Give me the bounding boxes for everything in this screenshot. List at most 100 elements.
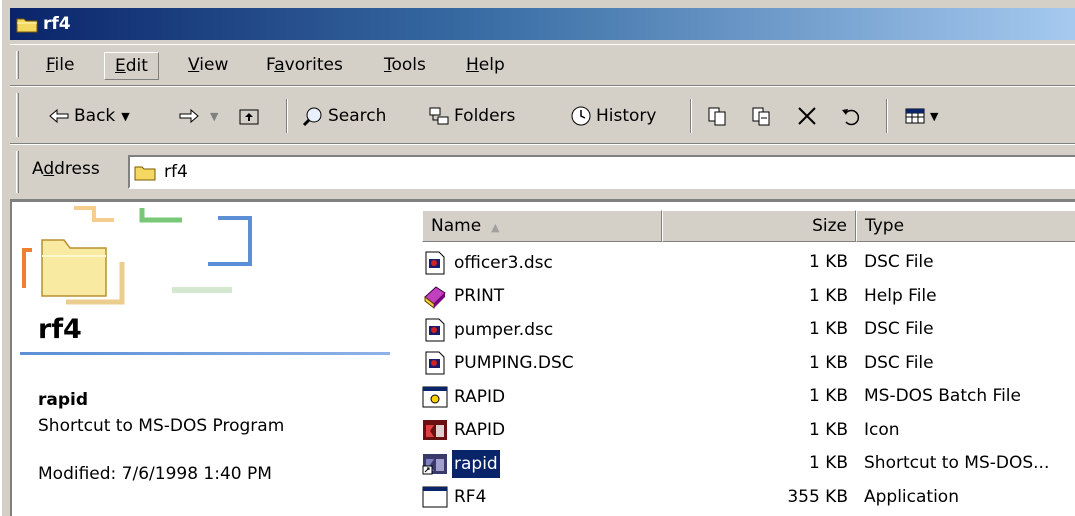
undo-icon: [840, 105, 862, 127]
file-row[interactable]: rapid 1 KB Shortcut to MS-DOS...: [422, 447, 1075, 480]
back-dropdown-icon[interactable]: ▼: [121, 110, 129, 123]
menu-edit[interactable]: Edit: [104, 52, 159, 80]
selected-item-type: Shortcut to MS-DOS Program: [38, 416, 285, 436]
web-view-pane: rf4 rapid Shortcut to MS-DOS Program Mod…: [12, 202, 412, 516]
address-bar: Address rf4: [10, 144, 1075, 200]
file-row[interactable]: RAPID 1 KB MS-DOS Batch File: [422, 380, 1075, 413]
file-name-cell[interactable]: RAPID: [422, 380, 507, 413]
toolbar-grip[interactable]: [16, 93, 19, 137]
file-size: 1 KB: [808, 285, 848, 306]
file-row[interactable]: PUMPING.DSC 1 KB DSC File: [422, 347, 1075, 380]
file-size: 1 KB: [808, 419, 848, 440]
back-arrow-icon: [48, 105, 70, 127]
toolbar-separator: [286, 99, 288, 133]
file-size: 1 KB: [808, 352, 848, 373]
file-size: 1 KB: [808, 319, 848, 339]
address-value: rf4: [164, 162, 188, 182]
file-name-cell[interactable]: RAPID: [422, 414, 507, 447]
folder-icon: [134, 164, 156, 181]
folder-title: rf4: [38, 314, 82, 345]
menu-bar: File Edit View Favorites Tools Help: [10, 44, 1075, 86]
sort-ascending-icon: ▲: [491, 221, 500, 234]
window-title: rf4: [43, 14, 71, 34]
folder-decoration: [22, 206, 252, 305]
file-name: RAPID: [454, 420, 506, 440]
file-name: PUMPING.DSC: [454, 353, 574, 373]
file-name-cell[interactable]: pumper.dsc: [422, 313, 555, 346]
address-bar-grip[interactable]: [16, 151, 19, 193]
move-to-icon: [706, 105, 728, 127]
file-name-cell[interactable]: PRINT: [422, 280, 506, 313]
file-name-cell[interactable]: RF4: [422, 481, 488, 514]
history-button[interactable]: History: [570, 97, 656, 135]
file-type: Icon: [864, 419, 900, 440]
views-grid-icon: [904, 105, 926, 127]
file-name: rapid: [452, 449, 500, 478]
title-bar[interactable]: rf4: [10, 8, 1075, 40]
file-name: RAPID: [454, 386, 506, 407]
dsc-file-icon: [422, 317, 448, 343]
file-name: PRINT: [454, 286, 505, 306]
copy-to-icon: [750, 105, 772, 127]
folder-icon: [16, 16, 38, 33]
file-type: DSC File: [864, 352, 934, 373]
menu-help[interactable]: Help: [456, 45, 515, 85]
dsc-file-icon: [422, 250, 448, 276]
file-row[interactable]: PRINT 1 KB Help File: [422, 280, 1075, 313]
application-icon: [422, 484, 448, 510]
folders-button[interactable]: Folders: [428, 97, 515, 135]
file-name: officer3.dsc: [454, 252, 553, 273]
forward-arrow-icon: [178, 105, 200, 127]
forward-button[interactable]: ▼: [178, 97, 218, 135]
file-row[interactable]: RAPID 1 KB Icon: [422, 414, 1075, 447]
column-header-type[interactable]: Type: [856, 210, 1075, 242]
menu-favorites[interactable]: Favorites: [256, 45, 353, 85]
batch-file-icon: [422, 384, 448, 410]
selected-item-name: rapid: [38, 390, 89, 410]
history-clock-icon: [570, 105, 592, 127]
file-type: DSC File: [864, 319, 934, 339]
file-name-cell[interactable]: rapid: [422, 447, 500, 480]
search-button[interactable]: Search: [302, 97, 386, 135]
toolbar-separator: [690, 99, 692, 133]
menu-bar-grip[interactable]: [16, 51, 19, 79]
menu-tools[interactable]: Tools: [374, 45, 436, 85]
selected-item-modified: Modified: 7/6/1998 1:40 PM: [38, 464, 272, 484]
up-folder-button[interactable]: [238, 97, 264, 135]
icon-file-icon: [422, 417, 448, 443]
undo-button[interactable]: [840, 97, 866, 135]
address-label: Address: [32, 159, 100, 179]
file-type: MS-DOS Batch File: [864, 386, 1021, 406]
file-size: 1 KB: [808, 453, 848, 473]
file-name-cell[interactable]: officer3.dsc: [422, 246, 555, 279]
address-input[interactable]: rf4: [128, 155, 1075, 189]
file-type: Application: [864, 486, 959, 507]
folders-icon: [428, 105, 450, 127]
help-book-icon: [422, 283, 448, 310]
views-button[interactable]: ▼: [904, 97, 938, 135]
back-button[interactable]: Back ▼: [48, 97, 130, 135]
forward-dropdown-icon[interactable]: ▼: [210, 110, 218, 123]
column-header-size[interactable]: Size: [662, 210, 856, 242]
file-name-cell[interactable]: PUMPING.DSC: [422, 347, 576, 380]
menu-view[interactable]: View: [178, 45, 238, 85]
file-list: Name ▲ Size Type officer3.dsc 1 KB DSC File…: [422, 202, 1075, 516]
search-icon: [302, 105, 324, 127]
column-header-name[interactable]: Name ▲: [422, 210, 662, 242]
file-row[interactable]: pumper.dsc 1 KB DSC File: [422, 313, 1075, 346]
file-size: 1 KB: [808, 252, 848, 272]
copy-to-button[interactable]: [750, 97, 776, 135]
shortcut-icon: [422, 451, 448, 477]
file-name: pumper.dsc: [454, 319, 554, 340]
file-row[interactable]: officer3.dsc 1 KB DSC File: [422, 246, 1075, 279]
menu-file[interactable]: File: [36, 45, 84, 85]
views-dropdown-icon[interactable]: ▼: [930, 110, 938, 123]
explorer-window: rf4 File Edit View Favorites Tools Help …: [0, 0, 1075, 516]
file-name: RF4: [454, 487, 487, 507]
content-area: rf4 rapid Shortcut to MS-DOS Program Mod…: [10, 200, 1075, 516]
file-size: 355 KB: [787, 486, 848, 507]
file-type: Shortcut to MS-DOS...: [864, 453, 1050, 473]
delete-button[interactable]: [796, 97, 822, 135]
move-to-button[interactable]: [706, 97, 732, 135]
file-row[interactable]: RF4 355 KB Application: [422, 481, 1075, 514]
